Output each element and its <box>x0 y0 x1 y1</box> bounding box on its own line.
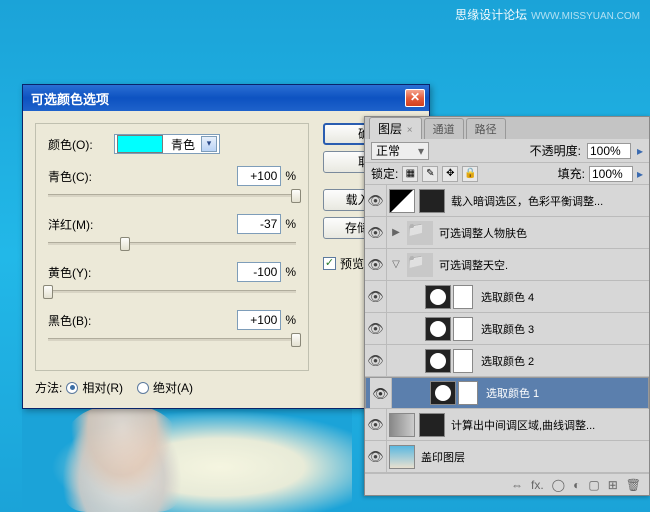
visibility-icon[interactable]: 👁 <box>365 217 387 248</box>
blend-mode-select[interactable]: 正常▾ <box>371 142 429 160</box>
opacity-label: 不透明度: <box>530 142 581 159</box>
layer-thumb <box>389 189 415 213</box>
layer-thumb <box>430 381 456 405</box>
layer-mask <box>453 349 473 373</box>
group-icon[interactable]: ▢ <box>588 478 599 492</box>
layer-thumb <box>425 285 451 309</box>
visibility-icon[interactable]: 👁 <box>365 185 387 216</box>
layer-row[interactable]: 👁 盖印图层 <box>365 441 649 473</box>
tab-channels[interactable]: 通道 <box>424 118 464 139</box>
black-slider[interactable] <box>48 334 296 348</box>
layer-row[interactable]: 👁 选取颜色 2 <box>365 345 649 377</box>
layer-thumb <box>425 349 451 373</box>
close-icon[interactable]: ✕ <box>405 89 425 107</box>
panel-footer: ⇔ fx. ◯ ◐ ▢ ⊞ 🗑 <box>365 473 649 495</box>
layer-row[interactable]: 👁 选取颜色 3 <box>365 313 649 345</box>
chevron-right-icon[interactable]: ▶ <box>392 227 400 238</box>
mask-icon[interactable]: ◯ <box>552 478 565 492</box>
fx-icon[interactable]: fx. <box>531 478 544 492</box>
titlebar[interactable]: 可选颜色选项 ✕ <box>23 85 429 111</box>
background-photo <box>22 400 352 512</box>
layer-mask <box>419 189 445 213</box>
layer-mask <box>458 381 478 405</box>
magenta-slider[interactable] <box>48 238 296 252</box>
layer-row[interactable]: 👁 选取颜色 4 <box>365 281 649 313</box>
magenta-label: 洋红(M): <box>48 216 114 233</box>
watermark: 思缘设计论坛WWW.MISSYUAN.COM <box>455 6 640 23</box>
layer-thumb <box>389 445 415 469</box>
yellow-slider[interactable] <box>48 286 296 300</box>
black-input[interactable] <box>237 310 281 330</box>
tab-paths[interactable]: 路径 <box>466 118 506 139</box>
lock-label: 锁定: <box>371 165 398 182</box>
layer-thumb <box>425 317 451 341</box>
visibility-icon[interactable]: 👁 <box>365 281 387 312</box>
chevron-down-icon[interactable]: ▽ <box>392 259 400 270</box>
layer-thumb <box>389 413 415 437</box>
chevron-down-icon[interactable]: ▾ <box>201 136 217 152</box>
folder-icon <box>407 253 433 277</box>
panel-tabs: 图层 × 通道 路径 <box>365 117 649 139</box>
new-layer-icon[interactable]: ⊞ <box>608 478 618 492</box>
dialog-title: 可选颜色选项 <box>31 89 405 108</box>
visibility-icon[interactable]: 👁 <box>365 345 387 376</box>
lock-all-icon[interactable]: 🔒 <box>462 166 478 182</box>
layers-panel: 图层 × 通道 路径 正常▾ 不透明度: ▸ 锁定: ▦ ✎ ✥ 🔒 填充: ▸… <box>364 116 650 496</box>
layers-list: 👁 载入暗调选区，色彩平衡调整... 👁 ▶ 可选调整人物肤色 👁 ▽ 可选调整… <box>365 185 649 473</box>
lock-brush-icon[interactable]: ✎ <box>422 166 438 182</box>
folder-icon <box>407 221 433 245</box>
arrow-right-icon[interactable]: ▸ <box>637 167 643 181</box>
black-label: 黑色(B): <box>48 312 114 329</box>
layer-row[interactable]: 👁 计算出中间调区域,曲线调整... <box>365 409 649 441</box>
arrow-right-icon[interactable]: ▸ <box>637 144 643 158</box>
color-swatch <box>117 135 163 153</box>
visibility-icon[interactable]: 👁 <box>365 249 387 280</box>
visibility-icon[interactable]: 👁 <box>365 409 387 440</box>
layer-mask <box>419 413 445 437</box>
trash-icon[interactable]: 🗑 <box>626 478 641 492</box>
layer-mask <box>453 285 473 309</box>
lock-move-icon[interactable]: ✥ <box>442 166 458 182</box>
layer-row[interactable]: 👁 ▽ 可选调整天空. <box>365 249 649 281</box>
lock-pixels-icon[interactable]: ▦ <box>402 166 418 182</box>
yellow-input[interactable] <box>237 262 281 282</box>
yellow-label: 黄色(Y): <box>48 264 114 281</box>
preview-checkbox[interactable]: ✓ <box>323 257 336 270</box>
colors-dropdown[interactable]: 青色 ▾ <box>114 134 220 154</box>
opacity-input[interactable] <box>587 143 631 159</box>
absolute-radio[interactable] <box>137 382 149 394</box>
layer-row[interactable]: 👁 ▶ 可选调整人物肤色 <box>365 217 649 249</box>
link-layers-icon[interactable]: ⇔ <box>511 478 523 492</box>
cyan-label: 青色(C): <box>48 168 114 185</box>
adjustment-icon[interactable]: ◐ <box>573 478 580 492</box>
cyan-input[interactable] <box>237 166 281 186</box>
layer-row[interactable]: 👁 载入暗调选区，色彩平衡调整... <box>365 185 649 217</box>
color-fieldset: 颜色(O): 青色 ▾ 青色(C):% 洋红(M):% 黄色(Y):% 黑色(B… <box>35 123 309 371</box>
fill-label: 填充: <box>558 165 585 182</box>
method-row: 方法: 相对(R) 绝对(A) <box>35 379 309 396</box>
layer-mask <box>453 317 473 341</box>
magenta-input[interactable] <box>237 214 281 234</box>
visibility-icon[interactable]: 👁 <box>370 378 392 408</box>
cyan-slider[interactable] <box>48 190 296 204</box>
visibility-icon[interactable]: 👁 <box>365 313 387 344</box>
fill-input[interactable] <box>589 166 633 182</box>
tab-layers[interactable]: 图层 × <box>369 117 422 139</box>
colors-label: 颜色(O): <box>48 136 114 153</box>
layer-row[interactable]: 👁 选取颜色 1 <box>365 377 649 409</box>
relative-radio[interactable] <box>66 382 78 394</box>
visibility-icon[interactable]: 👁 <box>365 441 387 472</box>
